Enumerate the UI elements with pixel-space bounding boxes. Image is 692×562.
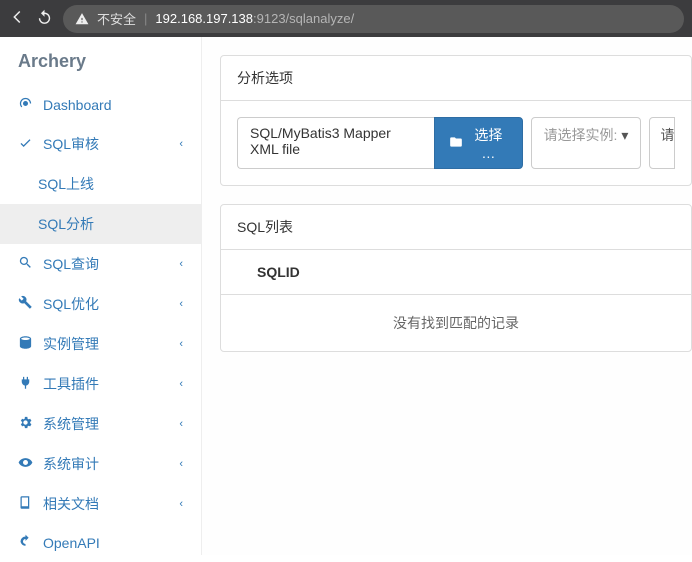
sidebar-label: Dashboard [43, 97, 112, 113]
chevron-left-icon: ‹ [179, 298, 183, 310]
caret-down-icon: ▾ [621, 127, 628, 143]
main-content: 分析选项 SQL/MyBatis3 Mapper XML file 选择 … 请… [202, 37, 692, 555]
sidebar-item-sql-optimize[interactable]: SQL优化 ‹ [0, 284, 201, 324]
col-sqlid: SQLID [221, 250, 691, 295]
search-icon [18, 255, 33, 273]
reload-icon[interactable] [36, 9, 53, 29]
check-icon [18, 135, 33, 153]
sidebar-item-sql-query[interactable]: SQL查询 ‹ [0, 244, 201, 284]
insecure-label: 不安全 [97, 9, 136, 28]
sidebar-label: 实例管理 [43, 334, 99, 354]
table-header-row: SQLID [221, 250, 691, 295]
sidebar-item-dashboard[interactable]: Dashboard [0, 86, 201, 124]
sidebar-label: SQL审核 [43, 134, 99, 154]
sidebar-item-plugins[interactable]: 工具插件 ‹ [0, 364, 201, 404]
chevron-left-icon: ‹ [179, 138, 183, 150]
panel-title: 分析选项 [221, 56, 691, 101]
sidebar-label: 工具插件 [43, 374, 99, 394]
sidebar-subitem-sql-online[interactable]: SQL上线 [0, 164, 201, 204]
api-icon [18, 534, 33, 552]
plug-icon [18, 375, 33, 393]
sidebar-subitem-sql-analyze[interactable]: SQL分析 [0, 204, 201, 244]
sql-table: SQLID 没有找到匹配的记录 [221, 250, 691, 351]
empty-row: 没有找到匹配的记录 [221, 295, 691, 352]
sidebar-label: 相关文档 [43, 494, 99, 514]
sidebar-label: SQL分析 [38, 216, 94, 232]
dashboard-icon [18, 96, 33, 114]
panel-title: SQL列表 [221, 205, 691, 250]
empty-message: 没有找到匹配的记录 [221, 295, 691, 352]
sidebar-label: SQL优化 [43, 294, 99, 314]
db-dropdown[interactable]: 请 [649, 117, 675, 169]
sidebar-label: SQL上线 [38, 176, 94, 192]
book-icon [18, 495, 33, 513]
separator: | [144, 11, 147, 26]
sidebar-item-openapi[interactable]: OpenAPI [0, 524, 201, 562]
wrench-icon [18, 295, 33, 313]
sidebar-label: OpenAPI [43, 535, 100, 551]
panel-sql-list: SQL列表 SQLID 没有找到匹配的记录 [220, 204, 692, 352]
database-icon [18, 335, 33, 353]
instance-dropdown[interactable]: 请选择实例: ▾ [531, 117, 642, 169]
back-icon[interactable] [8, 8, 26, 29]
sidebar-label: 系统管理 [43, 414, 99, 434]
sidebar-item-system-mgmt[interactable]: 系统管理 ‹ [0, 404, 201, 444]
chevron-left-icon: ‹ [179, 418, 183, 430]
eye-icon [18, 455, 33, 473]
chevron-left-icon: ‹ [179, 378, 183, 390]
sidebar-item-system-audit[interactable]: 系统审计 ‹ [0, 444, 201, 484]
sidebar: Archery Dashboard SQL审核 ‹ SQL上线 SQL分析 SQ… [0, 37, 202, 555]
chevron-left-icon: ‹ [179, 338, 183, 350]
url-rest: :9123/sqlanalyze/ [253, 11, 354, 26]
chevron-left-icon: ‹ [179, 498, 183, 510]
choose-file-button[interactable]: 选择 … [434, 117, 522, 169]
chevron-left-icon: ‹ [179, 258, 183, 270]
url-host: 192.168.197.138 [155, 11, 253, 26]
file-type-label: SQL/MyBatis3 Mapper XML file [237, 117, 434, 169]
sidebar-label: SQL查询 [43, 254, 99, 274]
sidebar-item-sql-review[interactable]: SQL审核 ‹ [0, 124, 201, 164]
sidebar-item-docs[interactable]: 相关文档 ‹ [0, 484, 201, 524]
sidebar-item-instance-mgmt[interactable]: 实例管理 ‹ [0, 324, 201, 364]
gear-icon [18, 415, 33, 433]
chevron-left-icon: ‹ [179, 458, 183, 470]
choose-file-label: 选择 … [469, 125, 507, 161]
brand-title: Archery [0, 37, 201, 86]
url-bar[interactable]: 不安全 | 192.168.197.138:9123/sqlanalyze/ [63, 5, 684, 33]
insecure-warning-icon [75, 12, 89, 26]
panel-analyze-options: 分析选项 SQL/MyBatis3 Mapper XML file 选择 … 请… [220, 55, 692, 186]
instance-placeholder: 请选择实例: [544, 127, 618, 143]
sidebar-label: 系统审计 [43, 454, 99, 474]
folder-open-icon [449, 135, 463, 152]
